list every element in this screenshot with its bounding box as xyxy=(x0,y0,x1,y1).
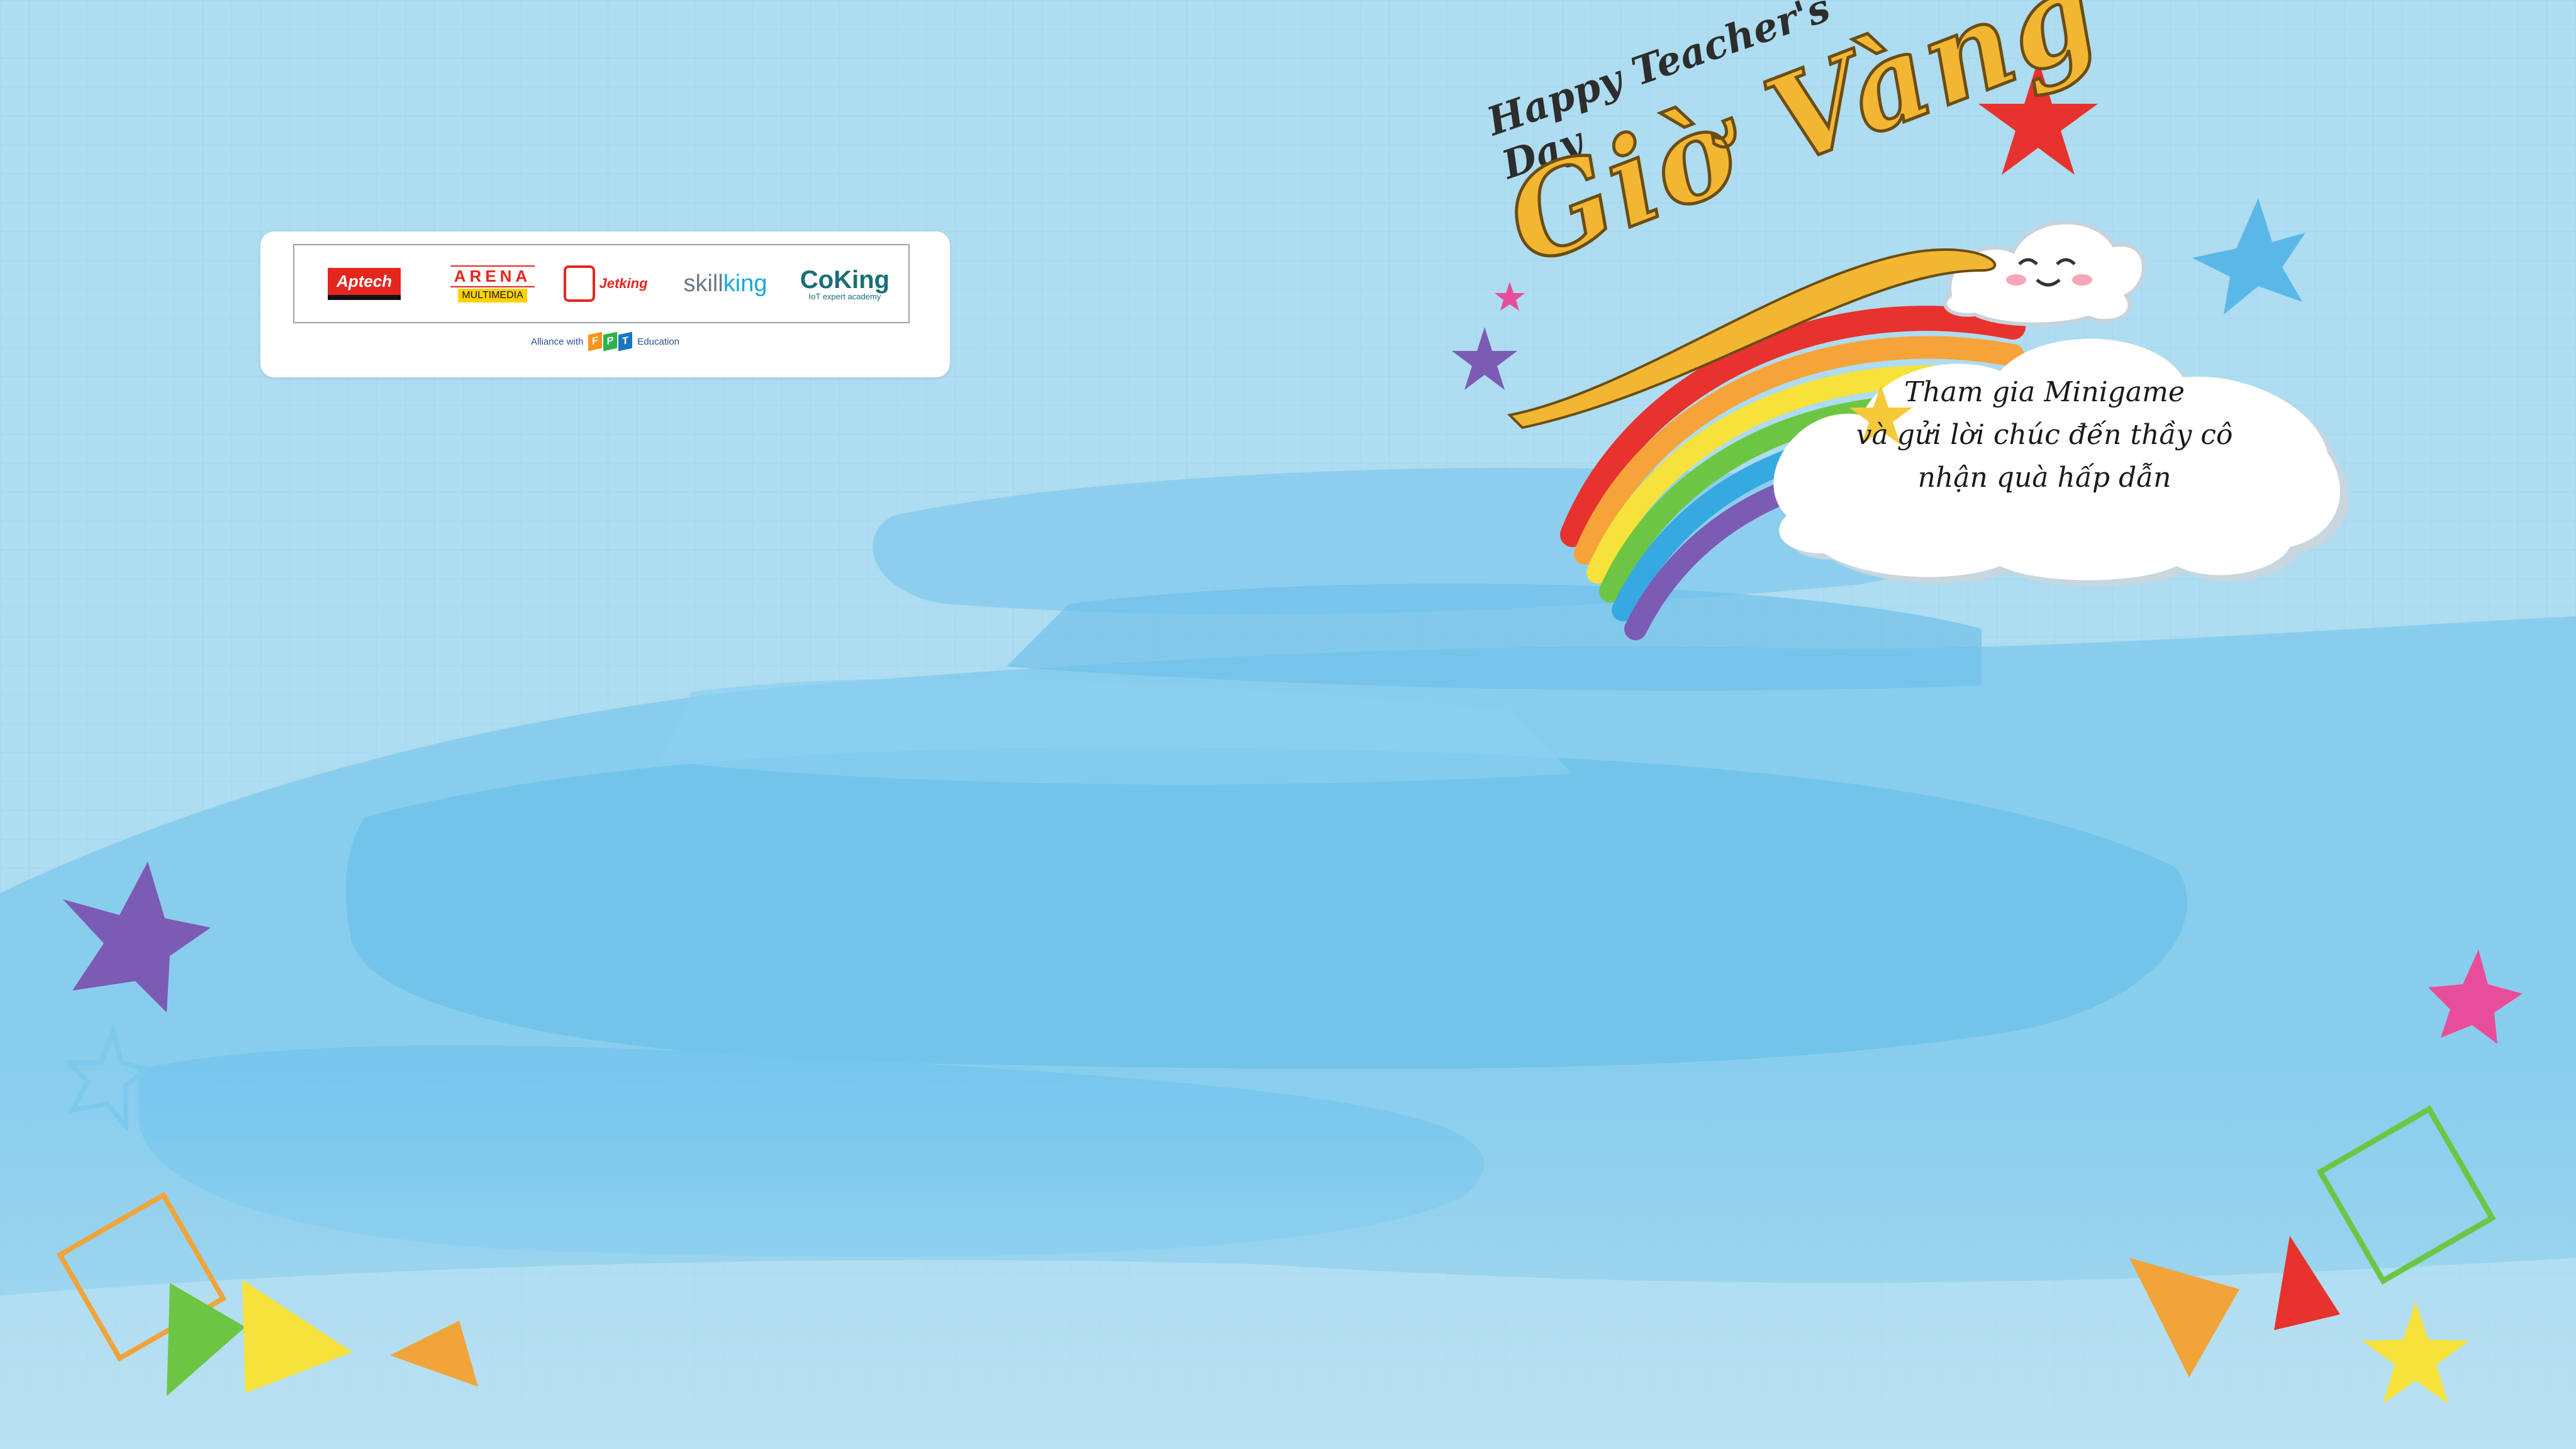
jetking-mark-icon xyxy=(564,265,596,302)
arena-multimedia-logo: ARENA MULTIMEDIA xyxy=(445,245,540,322)
aptech-logo: Aptech xyxy=(311,245,418,322)
coking-logo: CoKing IoT expert academy xyxy=(800,266,890,301)
partner-logo-card: Aptech ARENA MULTIMEDIA Jetking skill kin… xyxy=(260,231,950,377)
fpt-logo: F P T xyxy=(588,331,633,352)
background-art xyxy=(0,0,2576,1449)
partner-logos: Aptech ARENA MULTIMEDIA Jetking skill kin… xyxy=(293,244,910,323)
skillking-logo: skill king xyxy=(683,270,767,297)
alliance-line: Alliance with F P T Education xyxy=(260,331,950,352)
minigame-message: Tham gia Minigame và gửi lời chúc đến th… xyxy=(1856,376,2233,494)
jetking-logo: Jetking xyxy=(559,245,653,322)
